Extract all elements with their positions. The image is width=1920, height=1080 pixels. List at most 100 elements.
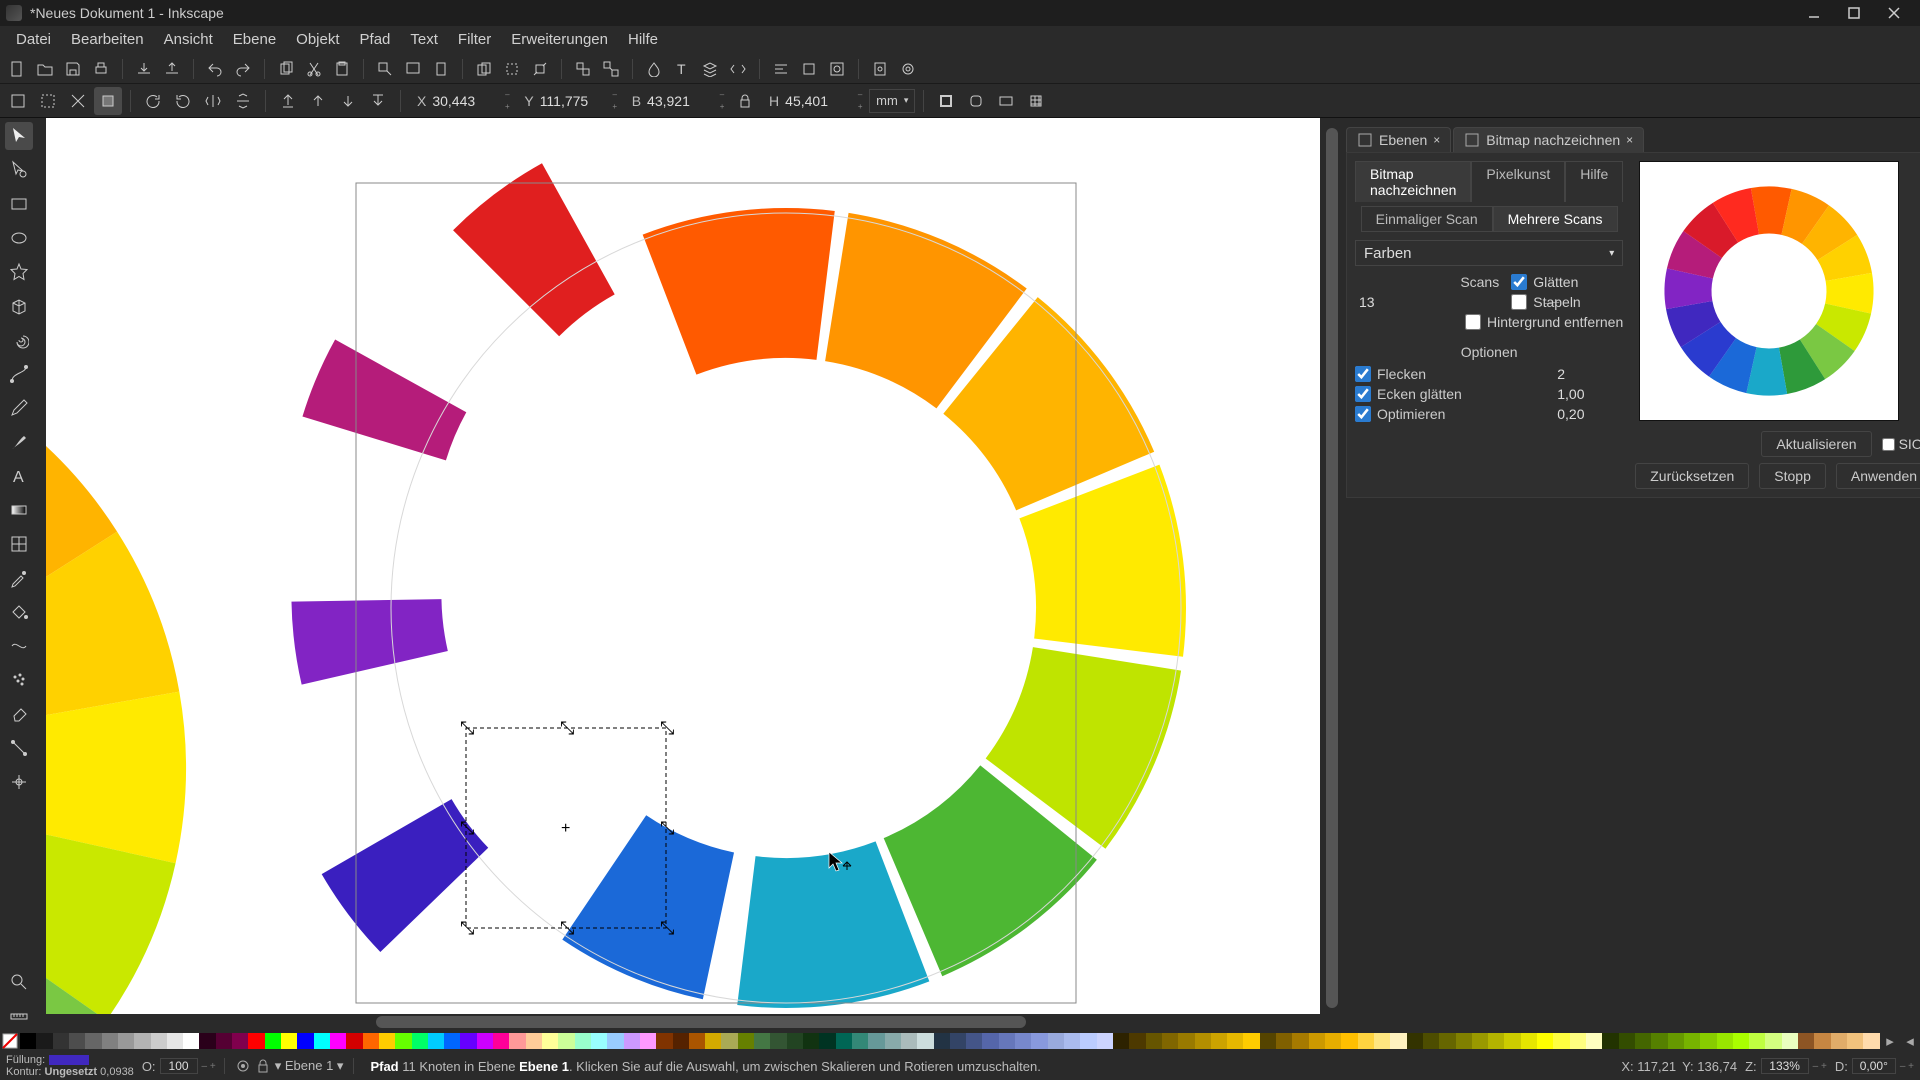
palette-swatch[interactable]: [444, 1033, 460, 1049]
inner-tab-pixelkunst[interactable]: Pixelkunst: [1471, 161, 1565, 202]
measure-tool[interactable]: [5, 1002, 33, 1030]
palette-swatch[interactable]: [134, 1033, 150, 1049]
palette-swatch[interactable]: [167, 1033, 183, 1049]
smooth-checkbox[interactable]: [1511, 274, 1527, 290]
palette-swatch[interactable]: [901, 1033, 917, 1049]
palette-swatch[interactable]: [477, 1033, 493, 1049]
lock-aspect-button[interactable]: [731, 87, 759, 115]
palette-swatch[interactable]: [1048, 1033, 1064, 1049]
palette-swatch[interactable]: [1717, 1033, 1733, 1049]
palette-swatch[interactable]: [1456, 1033, 1472, 1049]
palette-swatch[interactable]: [591, 1033, 607, 1049]
affect-stroke-button[interactable]: [932, 87, 960, 115]
palette-swatch[interactable]: [1733, 1033, 1749, 1049]
text-tool[interactable]: A: [5, 462, 33, 490]
flip-horizontal-button[interactable]: [199, 87, 227, 115]
ungroup-button[interactable]: [598, 56, 624, 82]
dock-tab-ebenen[interactable]: Ebenen×: [1346, 127, 1451, 152]
node-tool[interactable]: [5, 156, 33, 184]
palette-swatch[interactable]: [1113, 1033, 1129, 1049]
raise-top-button[interactable]: [274, 87, 302, 115]
import-button[interactable]: [131, 56, 157, 82]
palette-swatch[interactable]: [1488, 1033, 1504, 1049]
palette-swatch[interactable]: [934, 1033, 950, 1049]
palette-swatch[interactable]: [118, 1033, 134, 1049]
palette-swatch[interactable]: [917, 1033, 933, 1049]
palette-swatch[interactable]: [232, 1033, 248, 1049]
open-button[interactable]: [32, 56, 58, 82]
toggle-selection-cue-button[interactable]: [94, 87, 122, 115]
layer-indicator[interactable]: ▾ Ebene 1 ▾: [224, 1058, 355, 1074]
group-button[interactable]: [570, 56, 596, 82]
zoom-widget[interactable]: Z: – +: [1745, 1058, 1827, 1074]
palette-swatch[interactable]: [330, 1033, 346, 1049]
x-spin[interactable]: –+: [500, 89, 514, 113]
menu-text[interactable]: Text: [400, 26, 448, 54]
palette-swatch[interactable]: [363, 1033, 379, 1049]
zoom-page-button[interactable]: [428, 56, 454, 82]
redo-button[interactable]: [230, 56, 256, 82]
close-icon[interactable]: ×: [1626, 133, 1633, 147]
palette-swatch[interactable]: [721, 1033, 737, 1049]
palette-swatch[interactable]: [1749, 1033, 1765, 1049]
paintbucket-tool[interactable]: [5, 598, 33, 626]
h-spin[interactable]: –+: [853, 89, 867, 113]
w-spin[interactable]: –+: [715, 89, 729, 113]
palette-swatch[interactable]: [1358, 1033, 1374, 1049]
palette-swatch[interactable]: [1602, 1033, 1618, 1049]
palette-swatch[interactable]: [1080, 1033, 1096, 1049]
palette-swatch[interactable]: [819, 1033, 835, 1049]
palette-swatch[interactable]: [53, 1033, 69, 1049]
unlink-clone-button[interactable]: [527, 56, 553, 82]
palette-swatch[interactable]: [1146, 1033, 1162, 1049]
zoom-tool[interactable]: [5, 968, 33, 996]
update-preview-button[interactable]: Aktualisieren: [1761, 431, 1871, 457]
palette-swatch[interactable]: [460, 1033, 476, 1049]
zoom-drawing-button[interactable]: [400, 56, 426, 82]
h-input[interactable]: [781, 89, 851, 113]
apply-button[interactable]: Anwenden: [1836, 463, 1920, 489]
menu-pfad[interactable]: Pfad: [350, 26, 401, 54]
palette-scroll-right[interactable]: ▸: [1880, 1032, 1900, 1050]
spray-tool[interactable]: [5, 666, 33, 694]
palette-swatch[interactable]: [852, 1033, 868, 1049]
maximize-button[interactable]: [1834, 0, 1874, 26]
menu-datei[interactable]: Datei: [6, 26, 61, 54]
raise-button[interactable]: [304, 87, 332, 115]
palette-swatch[interactable]: [1195, 1033, 1211, 1049]
select-all-button[interactable]: [34, 87, 62, 115]
palette-swatch[interactable]: [1129, 1033, 1145, 1049]
tweak-tool[interactable]: [5, 632, 33, 660]
dock-tab-bitmap-nachzeichnen[interactable]: Bitmap nachzeichnen×: [1453, 127, 1644, 152]
palette-swatch[interactable]: [216, 1033, 232, 1049]
palette-swatch[interactable]: [558, 1033, 574, 1049]
palette-swatch[interactable]: [1064, 1033, 1080, 1049]
affect-pattern-button[interactable]: [1022, 87, 1050, 115]
paste-button[interactable]: [329, 56, 355, 82]
palette-swatch[interactable]: [1374, 1033, 1390, 1049]
palette-swatch[interactable]: [314, 1033, 330, 1049]
palette-swatch[interactable]: [493, 1033, 509, 1049]
palette-swatch[interactable]: [1243, 1033, 1259, 1049]
palette-swatch[interactable]: [607, 1033, 623, 1049]
stop-button[interactable]: Stopp: [1759, 463, 1826, 489]
rect-tool[interactable]: [5, 190, 33, 218]
palette-swatch[interactable]: [1700, 1033, 1716, 1049]
palette-swatch[interactable]: [1292, 1033, 1308, 1049]
mesh-tool[interactable]: [5, 530, 33, 558]
palette-swatch[interactable]: [705, 1033, 721, 1049]
duplicate-button[interactable]: [471, 56, 497, 82]
menu-ansicht[interactable]: Ansicht: [154, 26, 223, 54]
palette-swatch[interactable]: [1765, 1033, 1781, 1049]
deselect-button[interactable]: [64, 87, 92, 115]
layers-dialog-button[interactable]: [697, 56, 723, 82]
palette-swatch[interactable]: [395, 1033, 411, 1049]
palette-swatch[interactable]: [412, 1033, 428, 1049]
palette-swatch[interactable]: [1521, 1033, 1537, 1049]
scan-tab-mehrere-scans[interactable]: Mehrere Scans: [1493, 206, 1618, 232]
palette-swatch[interactable]: [248, 1033, 264, 1049]
trace-dialog-button[interactable]: [824, 56, 850, 82]
wheel-main[interactable]: [291, 163, 1186, 1008]
new-document-button[interactable]: [4, 56, 30, 82]
horizontal-scrollbar[interactable]: [46, 1014, 1320, 1030]
